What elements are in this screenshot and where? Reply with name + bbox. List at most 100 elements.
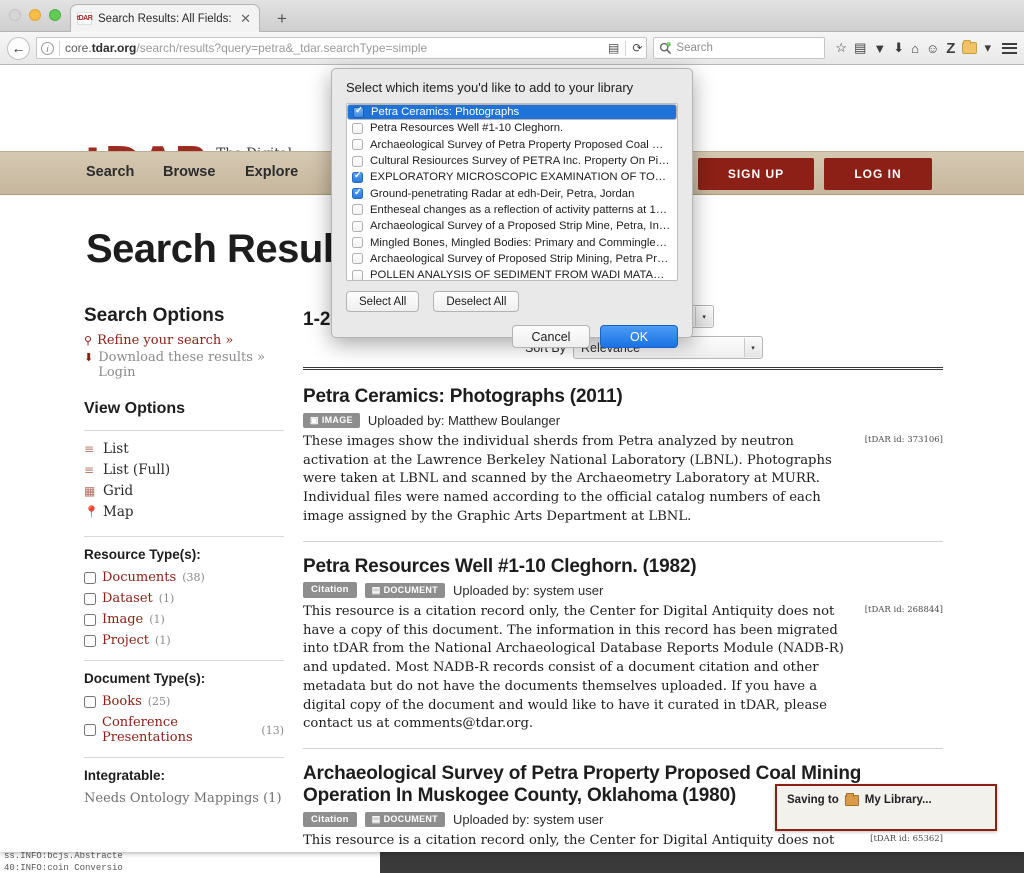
item-checkbox[interactable] xyxy=(352,139,363,151)
facet-conference-presentations[interactable]: Conference Presentations (13) xyxy=(84,715,284,745)
close-window-button[interactable] xyxy=(9,9,21,21)
item-checkbox[interactable] xyxy=(352,170,363,183)
item-checkbox[interactable] xyxy=(352,253,363,265)
zotero-icon[interactable]: Z xyxy=(946,40,955,57)
facet-project-checkbox[interactable] xyxy=(84,634,96,647)
download-arrow-icon: ⬇ xyxy=(84,351,94,364)
hamburger-menu-icon[interactable] xyxy=(998,42,1017,54)
list-item[interactable]: Archaeological Survey of Petra Property … xyxy=(347,137,677,153)
downloads-icon[interactable]: ⬇ xyxy=(893,40,904,56)
browser-search-placeholder: Search xyxy=(676,42,713,54)
list-item[interactable]: POLLEN ANALYSIS OF SEDIMENT FROM WADI MA… xyxy=(347,267,677,280)
item-checkbox[interactable] xyxy=(352,122,363,134)
resource-types-heading: Resource Type(s): xyxy=(84,547,201,562)
result-title[interactable]: Petra Ceramics: Photographs (2011) xyxy=(303,386,943,408)
result-title[interactable]: Petra Resources Well #1-10 Cleghorn. (19… xyxy=(303,556,943,578)
facet-image-label: Image xyxy=(102,612,144,627)
select-all-button[interactable]: Select All xyxy=(346,291,420,312)
close-tab-icon[interactable]: ✕ xyxy=(238,11,253,27)
list-item[interactable]: Archaeological Survey of Proposed Strip … xyxy=(347,251,677,267)
page-title: Search Result xyxy=(86,227,347,271)
view-option-map-label: Map xyxy=(103,504,134,520)
ok-button[interactable]: OK xyxy=(600,325,678,348)
results-panel: 1-25 (41 Results) Records Per Page 25 ▾ … xyxy=(303,305,943,851)
view-option-list[interactable]: ≡ List xyxy=(84,441,284,457)
back-button[interactable]: ← xyxy=(7,36,30,60)
item-label: Archaeological Survey of Proposed Strip … xyxy=(370,252,672,265)
badge-label: DOCUMENT xyxy=(383,584,438,595)
facet-project[interactable]: Project (1) xyxy=(84,633,284,648)
log-in-button[interactable]: LOG IN xyxy=(824,158,932,190)
home-icon[interactable]: ⌂ xyxy=(911,41,919,56)
refine-search-link[interactable]: ⚲ Refine your search » xyxy=(84,333,284,348)
reload-icon[interactable]: ⟳ xyxy=(632,41,642,55)
facet-dataset[interactable]: Dataset (1) xyxy=(84,591,284,606)
nav-item-browse[interactable]: Browse xyxy=(163,164,215,180)
window-traffic-lights[interactable] xyxy=(9,9,61,21)
view-option-grid[interactable]: ▦ Grid xyxy=(84,483,284,499)
new-tab-button[interactable]: + xyxy=(270,8,294,30)
tdar-id: [tDAR id: 65362] xyxy=(870,834,943,845)
facet-image-checkbox[interactable] xyxy=(84,613,96,626)
status-badge: ▤ DOCUMENT xyxy=(364,811,445,827)
view-option-list-full[interactable]: ≡ List (Full) xyxy=(84,462,284,478)
url-icon-divider xyxy=(625,40,627,56)
result-item: Petra Resources Well #1-10 Cleghorn. (19… xyxy=(303,556,943,734)
view-option-list-label: List xyxy=(103,441,129,457)
dropdown-caret-icon[interactable]: ▾ xyxy=(984,40,991,56)
sign-up-button[interactable]: SIGN UP xyxy=(698,158,814,190)
list-item[interactable]: Entheseal changes as a reflection of act… xyxy=(347,202,677,218)
reading-list-icon[interactable]: ▤ xyxy=(854,40,866,56)
minimize-window-button[interactable] xyxy=(29,9,41,21)
item-checkbox[interactable] xyxy=(352,155,363,167)
nav-item-explore[interactable]: Explore xyxy=(245,164,298,180)
pocket-icon[interactable]: ▼ xyxy=(873,41,886,56)
facet-documents-checkbox[interactable] xyxy=(84,571,96,584)
maximize-window-button[interactable] xyxy=(49,9,61,21)
facet-dataset-label: Dataset xyxy=(102,591,153,606)
item-checkbox[interactable] xyxy=(352,220,363,232)
address-bar[interactable]: i core.tdar.org/search/results?query=pet… xyxy=(36,37,648,59)
facet-conference-presentations-checkbox[interactable] xyxy=(84,724,96,736)
browser-search-bar[interactable]: + Search xyxy=(653,37,826,59)
smiley-icon[interactable]: ☺ xyxy=(926,41,939,56)
list-item[interactable]: EXPLORATORY MICROSCOPIC EXAMINATION OF T… xyxy=(347,169,677,185)
search-options-heading: Search Options xyxy=(84,305,225,326)
badge-label: DOCUMENT xyxy=(383,813,438,824)
item-checkbox[interactable] xyxy=(352,187,363,200)
integratable-item[interactable]: Needs Ontology Mappings (1) xyxy=(84,791,284,806)
list-item[interactable]: Petra Ceramics: Photographs xyxy=(347,104,677,121)
facet-books-checkbox[interactable] xyxy=(84,695,96,708)
item-checkbox[interactable] xyxy=(353,105,364,118)
facet-image[interactable]: Image (1) xyxy=(84,612,284,627)
reader-mode-icon[interactable]: ▤ xyxy=(608,41,619,55)
list-item[interactable]: Ground-penetrating Radar at edh-Deir, Pe… xyxy=(347,185,677,201)
list-item[interactable]: Petra Resources Well #1-10 Cleghorn. xyxy=(347,120,677,136)
grid-icon: ▦ xyxy=(84,484,96,498)
result-separator xyxy=(303,540,943,542)
document-icon: ▤ xyxy=(371,813,381,824)
zotero-folder-icon[interactable] xyxy=(962,40,978,54)
download-results-link[interactable]: ⬇ Download these results » Login xyxy=(84,350,284,380)
facet-documents[interactable]: Documents (38) xyxy=(84,570,284,585)
facet-books[interactable]: Books (25) xyxy=(84,694,284,709)
facet-project-count: (1) xyxy=(155,634,171,647)
item-checkbox[interactable] xyxy=(352,269,363,280)
cancel-button[interactable]: Cancel xyxy=(512,325,590,348)
facet-documents-label: Documents xyxy=(102,570,177,585)
bookmark-star-icon[interactable]: ☆ xyxy=(835,40,847,56)
dialog-footer-buttons: Cancel OK xyxy=(346,325,678,348)
browser-tab[interactable]: tDAR Search Results: All Fields: ... ✕ xyxy=(70,4,260,32)
item-checkbox[interactable] xyxy=(352,237,363,249)
deselect-all-button[interactable]: Deselect All xyxy=(433,291,520,312)
view-option-map[interactable]: 📍 Map xyxy=(84,504,284,520)
item-listbox[interactable]: Petra Ceramics: Photographs Petra Resour… xyxy=(346,103,678,281)
facet-project-label: Project xyxy=(102,633,150,648)
facet-dataset-checkbox[interactable] xyxy=(84,592,96,605)
list-item[interactable]: Cultural Resiources Survey of PETRA Inc.… xyxy=(347,153,677,169)
list-item[interactable]: Mingled Bones, Mingled Bodies: Primary a… xyxy=(347,234,677,250)
list-item[interactable]: Archaeological Survey of a Proposed Stri… xyxy=(347,218,677,234)
item-checkbox[interactable] xyxy=(352,204,363,216)
site-info-icon[interactable]: i xyxy=(41,41,54,55)
nav-item-search[interactable]: Search xyxy=(86,164,134,180)
